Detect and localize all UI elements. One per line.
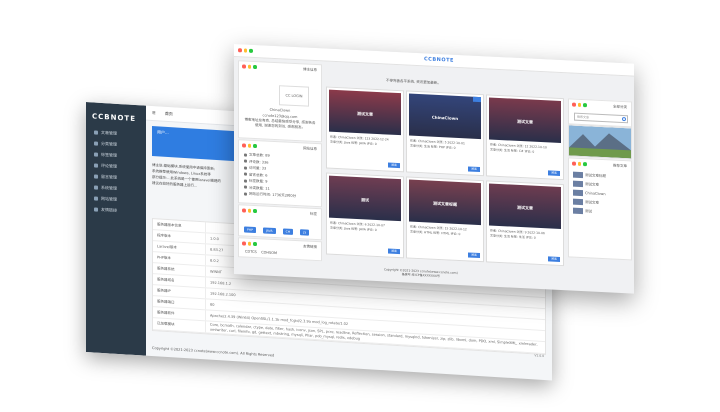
- admin-menu: 文章管理 分类管理 标签管理 评论管理 留言管理 系统管理 网站管理 友情链接: [86, 126, 146, 218]
- search-input[interactable]: 搜索文章: [574, 112, 628, 124]
- blog-brand[interactable]: CCBNOTE: [424, 56, 454, 63]
- tags-panel: 标签 PHP JAVA C# JS ASP HTML LARAVEL: [238, 204, 322, 255]
- read-button[interactable]: 阅读: [548, 256, 560, 262]
- menu-item[interactable]: 友情链接: [86, 203, 146, 218]
- notice-bar: 不停完善各平系统, 资讯更加最新。: [386, 78, 441, 86]
- friend-link[interactable]: COHSOM: [261, 250, 277, 255]
- post-image[interactable]: 测试文章: [329, 89, 401, 136]
- blog-window: CCBNOTE 不停完善各平系统, 资讯更加最新。 博主信息 CC LOGIN …: [234, 44, 634, 294]
- panel-dots: [242, 64, 257, 69]
- menu-icon: [94, 140, 98, 146]
- featured-image-panel[interactable]: [568, 124, 632, 160]
- post-image[interactable]: 测试文章: [489, 183, 561, 229]
- tag-link[interactable]: C#: [282, 228, 294, 235]
- post-card[interactable]: 测试文章 作者: ChinaClown 浏览: 123 2022-12-24 文章…: [326, 86, 404, 173]
- post-card[interactable]: 测试 作者: ChinaClown 浏览: 6 2022-10-07 文章分类: …: [326, 172, 404, 259]
- post-image[interactable]: 测试文章: [489, 97, 561, 143]
- tag-icon: [244, 179, 247, 183]
- message-icon: [244, 172, 247, 176]
- menu-icon: [94, 129, 98, 135]
- window-controls[interactable]: [238, 48, 253, 53]
- profile-panel: 博主信息 CC LOGIN ChinaClown ccnote123@qq.co…: [238, 60, 322, 143]
- post-image[interactable]: ChinaClown: [409, 93, 481, 140]
- post-card[interactable]: 测试文章标题 作者: ChinaClown 浏览: 15 2022-10-12 文…: [406, 176, 484, 263]
- admin-footer: Copyright ©2021-2023 ccnote(www.ccnote.c…: [152, 346, 275, 358]
- menu-icon: [94, 162, 98, 168]
- menu-icon: [94, 151, 98, 157]
- search-panel: 全部分类 搜索文章: [568, 98, 632, 128]
- clock-icon: [244, 192, 247, 196]
- minimize-icon[interactable]: [243, 48, 247, 53]
- menu-icon: [94, 173, 98, 179]
- stats-panel: 网站信息 文章总数: 89 评论数: 336 访问量: 33 留言总数: 6 标…: [238, 139, 322, 208]
- post-image[interactable]: 测试文章标题: [409, 179, 481, 226]
- recommended-item[interactable]: 测试: [573, 207, 606, 218]
- post-card[interactable]: ChinaClown 作者: ChinaClown 浏览: 5 2022-10-…: [406, 90, 484, 177]
- avatar: CC LOGIN: [279, 85, 309, 107]
- tag-link[interactable]: JAVA: [262, 227, 276, 235]
- menu-icon: [94, 184, 98, 190]
- maximize-icon[interactable]: [249, 48, 253, 53]
- close-icon[interactable]: [238, 48, 242, 52]
- post-card[interactable]: 测试文章 作者: ChinaClown 浏览: 9 2022-10-06 文章分类…: [486, 180, 564, 267]
- top-badge: [473, 96, 481, 103]
- hamburger-icon[interactable]: ☰: [152, 110, 156, 115]
- blog-footer: Copyright ©2021-2023 ccnote(www.ccnote.c…: [384, 267, 458, 279]
- post-card[interactable]: 测试文章 作者: ChinaClown 浏览: 12 2022-10-10 文章分…: [486, 94, 564, 181]
- mountain-landscape-image: [569, 125, 631, 159]
- read-button[interactable]: 阅读: [468, 252, 480, 259]
- read-button[interactable]: 阅读: [468, 166, 480, 173]
- recommended-panel: 推荐文章 测试文章标题 测试文章 ChinaClown 测试文章 测试: [568, 157, 632, 261]
- admin-sidebar: CCBNOTE 文章管理 分类管理 标签管理 评论管理 留言管理 系统管理 网站…: [86, 102, 146, 356]
- menu-icon: [94, 206, 98, 212]
- stat-item: 网站运行时间: 1736天2时0分: [244, 190, 296, 199]
- admin-logo: CCBNOTE: [92, 112, 136, 124]
- folder-icon: [244, 185, 247, 189]
- read-button[interactable]: 阅读: [388, 248, 400, 255]
- breadcrumb[interactable]: 首页: [165, 111, 173, 116]
- comment-icon: [244, 159, 247, 163]
- friend-link[interactable]: CDTCS: [245, 250, 257, 255]
- version-label: V1.0.0: [534, 353, 544, 359]
- links-panel: 友情链接 CDTCS COHSOM: [238, 237, 322, 262]
- search-icon[interactable]: [622, 116, 626, 122]
- tag-link[interactable]: JS: [300, 229, 310, 236]
- read-button[interactable]: 阅读: [548, 170, 560, 176]
- post-image[interactable]: 测试: [329, 175, 401, 222]
- menu-icon: [94, 195, 98, 201]
- read-button[interactable]: 阅读: [388, 162, 400, 169]
- tag-link[interactable]: PHP: [244, 226, 256, 234]
- article-icon: [244, 153, 247, 157]
- eye-icon: [244, 166, 247, 170]
